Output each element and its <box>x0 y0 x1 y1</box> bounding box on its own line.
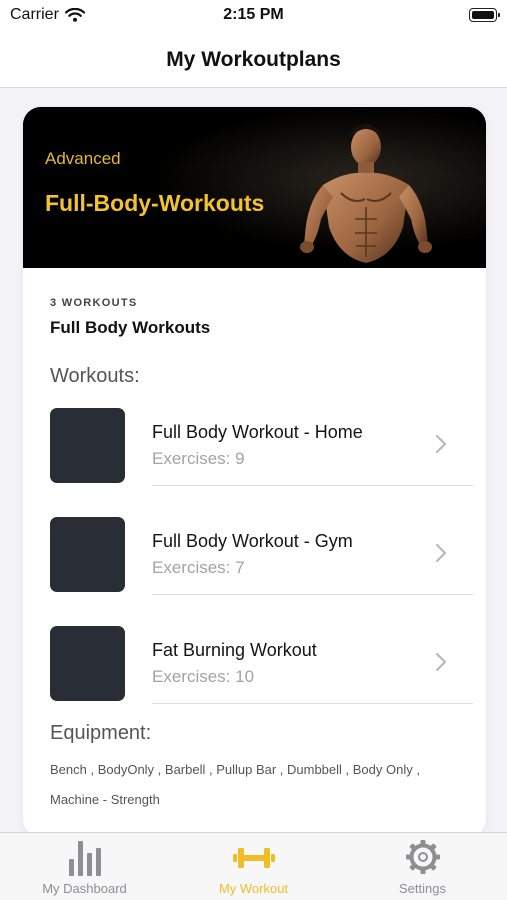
workout-title: Full Body Workout - Gym <box>152 531 353 551</box>
chevron-right-icon <box>435 434 447 454</box>
tab-label: Settings <box>399 881 446 896</box>
workout-list: Full Body Workout - Home Exercises: 9 Fu… <box>23 405 486 732</box>
workout-title: Full Body Workout - Home <box>152 422 363 442</box>
gear-icon <box>405 840 440 874</box>
tab-settings[interactable]: Settings <box>338 833 507 900</box>
status-time: 2:15 PM <box>223 6 284 23</box>
workout-plan-card[interactable]: Advanced Full-Body-Workouts 3 WORKOUTS F… <box>23 107 486 837</box>
workout-row[interactable]: Full Body Workout - Gym Exercises: 7 <box>23 514 486 623</box>
navigation-bar: My Workoutplans <box>0 32 507 88</box>
page-title: My Workoutplans <box>166 47 341 71</box>
tab-my-workout[interactable]: My Workout <box>169 833 338 900</box>
status-bar: Carrier 2:15 PM <box>0 0 507 32</box>
workout-exercise-count: Exercises: 10 <box>152 667 255 686</box>
row-divider <box>152 485 473 486</box>
equipment-heading: Equipment: <box>50 722 152 744</box>
plan-hero-banner: Advanced Full-Body-Workouts <box>23 107 486 268</box>
workout-count-label: 3 WORKOUTS <box>50 297 138 309</box>
row-divider <box>152 703 473 704</box>
chevron-right-icon <box>435 652 447 672</box>
row-divider <box>152 594 473 595</box>
plan-hero-title: Full-Body-Workouts <box>45 190 265 216</box>
workout-exercise-count: Exercises: 9 <box>152 449 245 468</box>
equipment-list: Bench , BodyOnly , Barbell , Pullup Bar … <box>50 762 420 807</box>
tab-label: My Workout <box>218 881 289 896</box>
dumbbell-icon <box>232 848 275 868</box>
tab-bar: My Dashboard My Workout Settings <box>0 832 507 900</box>
workout-row[interactable]: Full Body Workout - Home Exercises: 9 <box>23 405 486 514</box>
workouts-heading: Workouts: <box>50 365 140 387</box>
workout-title: Fat Burning Workout <box>152 640 317 660</box>
workout-thumbnail <box>50 517 125 592</box>
battery-icon <box>469 8 500 22</box>
chevron-right-icon <box>435 543 447 563</box>
workout-exercise-count: Exercises: 7 <box>152 558 245 577</box>
workout-thumbnail <box>50 626 125 701</box>
plan-level: Advanced <box>45 149 121 168</box>
workout-row[interactable]: Fat Burning Workout Exercises: 10 <box>23 623 486 732</box>
athlete-image <box>23 107 486 268</box>
tab-label: My Dashboard <box>42 881 127 896</box>
tab-my-dashboard[interactable]: My Dashboard <box>0 833 169 900</box>
plan-name: Full Body Workouts <box>50 318 211 337</box>
bar-chart-icon <box>68 841 101 876</box>
workout-thumbnail <box>50 408 125 483</box>
